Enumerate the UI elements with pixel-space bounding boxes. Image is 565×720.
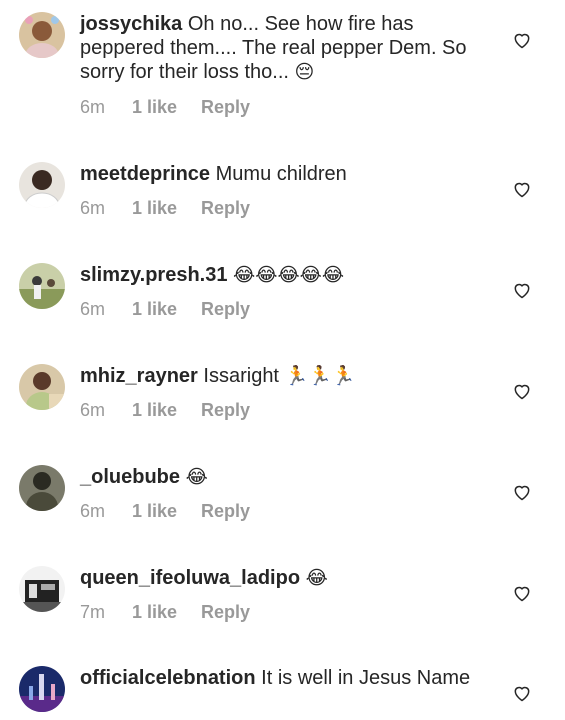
like-heart-icon[interactable] [512,280,532,300]
tears-of-joy-emoji-icon: 😂 [185,466,208,488]
comment-text: mhiz_rayner Issaright 🏃🏃🏃 [80,364,500,388]
reply-button[interactable]: Reply [201,400,250,421]
comment-time: 6m [80,501,106,521]
like-heart-icon[interactable] [512,30,532,50]
reply-button[interactable]: Reply [201,602,250,623]
comment-meta: 6m 1 like Reply [80,501,250,522]
comment-text: meetdeprince Mumu children [80,162,500,186]
pensive-face-emoji-icon: 😔 [294,61,315,83]
comment-likes[interactable]: 1 like [132,198,201,219]
running-person-emoji-icon: 🏃🏃🏃 [284,365,356,387]
comment-username[interactable]: jossychika [80,13,182,35]
avatar[interactable] [19,566,65,612]
like-heart-icon[interactable] [512,381,532,401]
comment-username[interactable]: queen_ifeoluwa_ladipo [80,567,300,589]
comment-username[interactable]: officialcelebnation [80,667,256,689]
comment-meta: 6m 1 like Reply [80,400,250,421]
avatar[interactable] [19,666,65,712]
reply-button[interactable]: Reply [201,97,250,118]
comment-username[interactable]: meetdeprince [80,163,210,185]
avatar[interactable] [19,465,65,511]
comment-time: 6m [80,400,106,420]
avatar[interactable] [19,364,65,410]
like-heart-icon[interactable] [512,583,532,603]
comment-time: 6m [80,97,106,117]
comment-time: 7m [80,602,106,622]
comment-text: queen_ifeoluwa_ladipo 😂 [80,566,500,590]
avatar[interactable] [19,263,65,309]
comment-body: It is well in Jesus Name [261,667,471,689]
tears-of-joy-emoji-icon: 😂😂😂😂😂 [233,264,345,286]
comment-time: 6m [80,299,106,319]
reply-button[interactable]: Reply [201,299,250,320]
comment-text: officialcelebnation It is well in Jesus … [80,666,500,690]
comment-meta: 6m 1 like Reply [80,97,250,118]
comment-body: Mumu children [215,163,347,185]
comment-username[interactable]: mhiz_rayner [80,365,198,387]
comment-text: _oluebube 😂 [80,465,500,489]
comment-username[interactable]: slimzy.presh.31 [80,264,227,286]
comment-meta: 7m 1 like Reply [80,602,250,623]
like-heart-icon[interactable] [512,683,532,703]
comment-text: jossychika Oh no... See how fire has pep… [80,12,500,84]
avatar[interactable] [19,162,65,208]
comment-likes[interactable]: 1 like [132,97,201,118]
tears-of-joy-emoji-icon: 😂 [305,567,328,589]
comment-likes[interactable]: 1 like [132,602,201,623]
comment-username[interactable]: _oluebube [80,466,180,488]
comment-meta: 6m 1 like Reply [80,198,250,219]
reply-button[interactable]: Reply [201,198,250,219]
comment-likes[interactable]: 1 like [132,299,201,320]
comment-likes[interactable]: 1 like [132,501,201,522]
like-heart-icon[interactable] [512,179,532,199]
like-heart-icon[interactable] [512,482,532,502]
avatar[interactable] [19,12,65,58]
comment-likes[interactable]: 1 like [132,400,201,421]
comment-body: Issaright [203,365,279,387]
comment-meta: 6m 1 like Reply [80,299,250,320]
reply-button[interactable]: Reply [201,501,250,522]
comment-time: 6m [80,198,106,218]
comment-text: slimzy.presh.31 😂😂😂😂😂 [80,263,500,287]
